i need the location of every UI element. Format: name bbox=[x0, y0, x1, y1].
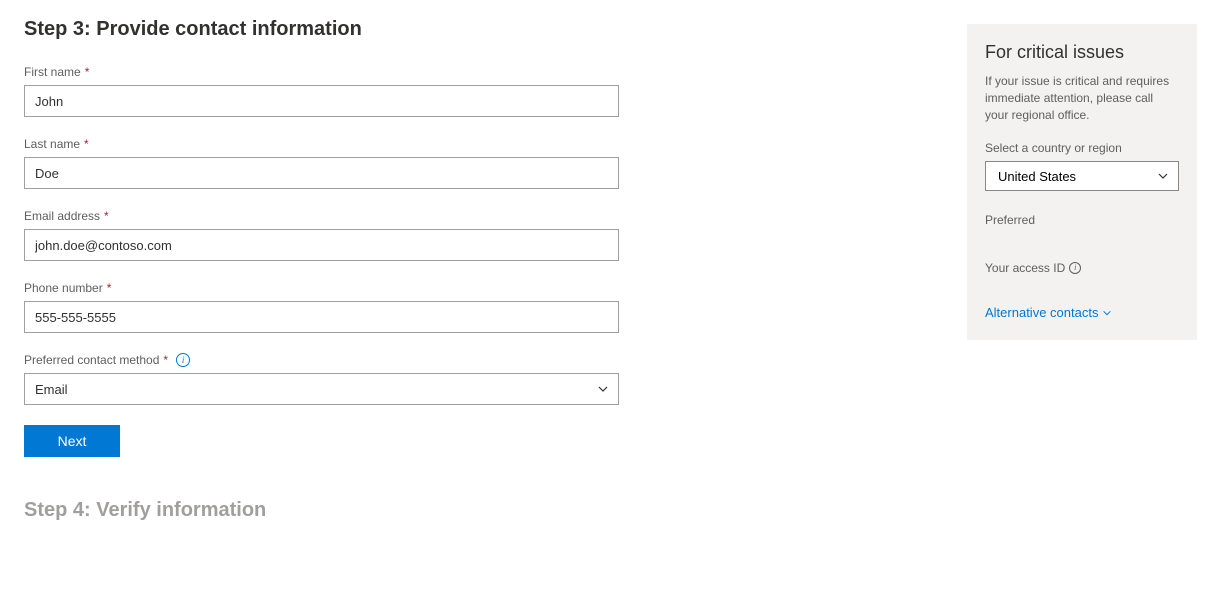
step4-title: Step 4: Verify information bbox=[24, 499, 619, 522]
last-name-input[interactable] bbox=[24, 157, 619, 189]
phone-field: Phone number * bbox=[24, 281, 619, 333]
alternative-contacts-link[interactable]: Alternative contacts bbox=[985, 305, 1112, 320]
access-id-row: Your access ID i bbox=[985, 261, 1179, 275]
contact-method-label: Preferred contact method * i bbox=[24, 353, 619, 367]
contact-method-field: Preferred contact method * i Email bbox=[24, 353, 619, 405]
last-name-label-text: Last name bbox=[24, 137, 80, 151]
info-icon[interactable]: i bbox=[1069, 262, 1081, 274]
first-name-label: First name * bbox=[24, 65, 619, 79]
next-button[interactable]: Next bbox=[24, 425, 120, 457]
info-icon[interactable]: i bbox=[176, 353, 190, 367]
country-select[interactable]: United States bbox=[985, 161, 1179, 191]
first-name-input[interactable] bbox=[24, 85, 619, 117]
last-name-field: Last name * bbox=[24, 137, 619, 189]
contact-method-label-text: Preferred contact method bbox=[24, 353, 159, 367]
first-name-field: First name * bbox=[24, 65, 619, 117]
first-name-label-text: First name bbox=[24, 65, 81, 79]
critical-issues-panel: For critical issues If your issue is cri… bbox=[967, 24, 1197, 340]
chevron-down-icon bbox=[1102, 308, 1112, 318]
required-asterisk: * bbox=[84, 137, 89, 151]
email-field: Email address * bbox=[24, 209, 619, 261]
phone-label-text: Phone number bbox=[24, 281, 103, 295]
required-asterisk: * bbox=[107, 281, 112, 295]
email-input[interactable] bbox=[24, 229, 619, 261]
email-label: Email address * bbox=[24, 209, 619, 223]
required-asterisk: * bbox=[85, 65, 90, 79]
email-label-text: Email address bbox=[24, 209, 100, 223]
preferred-label: Preferred bbox=[985, 213, 1179, 227]
phone-input[interactable] bbox=[24, 301, 619, 333]
required-asterisk: * bbox=[163, 353, 168, 367]
country-label: Select a country or region bbox=[985, 141, 1179, 155]
alternative-contacts-text: Alternative contacts bbox=[985, 305, 1098, 320]
sidebar-description: If your issue is critical and requires i… bbox=[985, 73, 1179, 123]
phone-label: Phone number * bbox=[24, 281, 619, 295]
contact-method-select[interactable]: Email bbox=[24, 373, 619, 405]
required-asterisk: * bbox=[104, 209, 109, 223]
last-name-label: Last name * bbox=[24, 137, 619, 151]
access-id-label: Your access ID bbox=[985, 261, 1065, 275]
sidebar-title: For critical issues bbox=[985, 42, 1179, 63]
step3-title: Step 3: Provide contact information bbox=[24, 18, 619, 41]
